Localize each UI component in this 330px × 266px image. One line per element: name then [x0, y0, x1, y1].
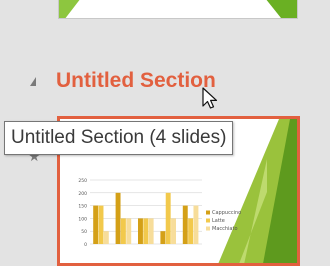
chart-bar [103, 231, 109, 244]
previous-slide-thumbnail[interactable] [58, 0, 298, 19]
section-tooltip: Untitled Section (4 slides) [4, 121, 234, 155]
chart-bar [171, 218, 176, 244]
chart-bar [148, 218, 154, 244]
y-tick-label: 150 [78, 204, 87, 210]
chart-bar [126, 218, 132, 244]
y-tick-label: 50 [81, 229, 87, 235]
legend-label: Latte [212, 218, 225, 224]
thumbnail-decoration [265, 0, 297, 18]
chart-bar [188, 218, 194, 244]
legend-swatch [206, 218, 210, 223]
y-tick-label: 200 [78, 191, 87, 197]
section-title[interactable]: Untitled Section [56, 69, 216, 93]
legend-swatch [206, 210, 210, 215]
thumbnail-decoration [59, 0, 81, 18]
chart-bar [165, 192, 171, 244]
y-tick-label: 0 [84, 242, 87, 248]
collapse-arrow-icon[interactable] [30, 76, 36, 86]
chart-bar [93, 205, 99, 244]
chart-bar [193, 205, 199, 244]
chart-bar [138, 218, 143, 244]
legend-swatch [206, 226, 210, 231]
mouse-pointer-icon [202, 87, 218, 109]
section-header[interactable]: Untitled Section [30, 66, 216, 96]
chart-bar [98, 205, 104, 244]
chart-bar [182, 205, 188, 244]
y-tick-label: 100 [78, 216, 87, 222]
chart-bar [160, 231, 166, 244]
legend-label: Macchiato [212, 226, 238, 232]
chart-bar [120, 218, 126, 244]
y-tick-label: 250 [78, 178, 87, 184]
column-chart: 250 200 150 100 50 0 Cappuccino Latte Macchiato [78, 178, 241, 248]
chart-bar [115, 192, 121, 244]
legend-label: Cappuccino [212, 210, 241, 216]
chart-bar [143, 218, 149, 244]
